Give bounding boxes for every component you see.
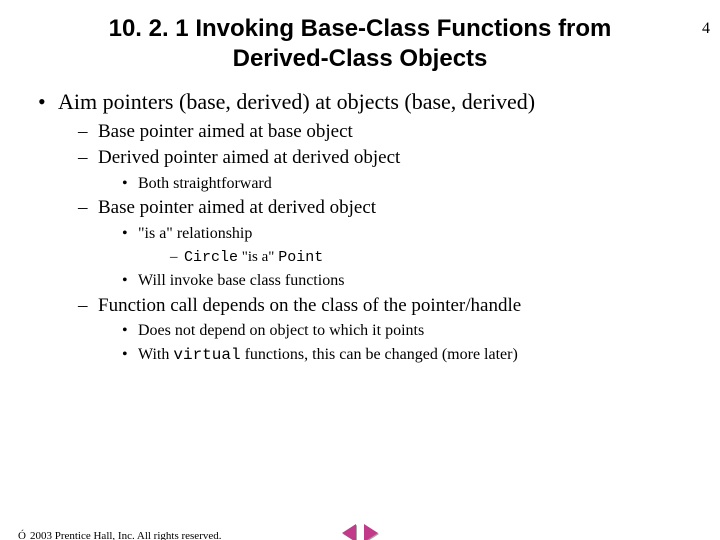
bullet-text: "is a" relationship [138, 225, 252, 242]
code-text: Circle [184, 249, 238, 266]
bullet-l4: Circle "is a" Point [170, 247, 690, 268]
bullet-text: functions, this can be changed (more lat… [241, 346, 518, 363]
copyright-text: 2003 Prentice Hall, Inc. All rights rese… [30, 530, 222, 540]
bullet-text: Base pointer aimed at derived object [98, 197, 376, 218]
next-button[interactable] [362, 524, 380, 540]
bullet-l3: Will invoke base class functions [122, 270, 690, 292]
bullet-text: With [138, 346, 173, 363]
bullet-text: Derived pointer aimed at derived object [98, 147, 400, 168]
bullet-l2: Base pointer aimed at derived object "is… [78, 196, 690, 291]
bullet-l3: Both straightforward [122, 173, 690, 195]
page-number: 4 [702, 20, 710, 38]
bullet-l2: Derived pointer aimed at derived object … [78, 146, 690, 194]
arrow-right-icon [364, 524, 378, 540]
bullet-l2: Function call depends on the class of th… [78, 294, 690, 367]
bullet-l3: "is a" relationship Circle "is a" Point [122, 223, 690, 268]
bullet-l3: Does not depend on object to which it po… [122, 320, 690, 342]
prev-button[interactable] [340, 524, 358, 540]
slide-nav [340, 524, 380, 540]
arrow-left-icon [342, 524, 356, 540]
code-text: virtual [173, 346, 240, 364]
bullet-l1: Aim pointers (base, derived) at objects … [30, 88, 690, 366]
bullet-text: "is a" [238, 249, 278, 265]
bullet-l3: With virtual functions, this can be chan… [122, 344, 690, 367]
bullet-text: Function call depends on the class of th… [98, 295, 521, 316]
code-text: Point [278, 249, 323, 266]
copyright-symbol: Ó [18, 530, 26, 540]
bullet-l2: Base pointer aimed at base object [78, 120, 690, 145]
bullet-text: Aim pointers (base, derived) at objects … [58, 89, 535, 114]
slide-content: Aim pointers (base, derived) at objects … [30, 88, 690, 366]
slide-title: 10. 2. 1 Invoking Base-Class Functions f… [70, 14, 650, 74]
